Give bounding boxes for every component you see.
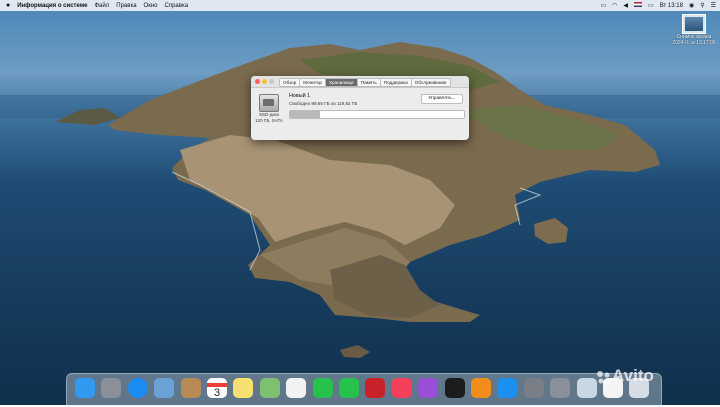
menu-file[interactable]: Файл [95, 3, 110, 9]
menu-edit[interactable]: Правка [116, 3, 136, 9]
menu-bar: ● Информация о системе Файл Правка Окно … [0, 0, 720, 11]
maps-icon[interactable] [259, 378, 280, 398]
contacts-icon[interactable] [180, 378, 201, 398]
storage-usage-bar [289, 110, 465, 119]
input-source-icon[interactable] [634, 2, 643, 9]
system-info-window: Обзор Монитор Хранилище Память Поддержка… [251, 76, 469, 140]
storage-panel: SSD-диск 120 ГБ, SATA Новый 1 Свободно 9… [251, 88, 469, 140]
calendar-day: 3 [207, 383, 227, 399]
close-button[interactable] [255, 79, 260, 84]
menu-help[interactable]: Справка [165, 3, 189, 9]
status-area: ▭ ◠ ◀ ▭ Вт 13:18 ◉ ⚲ ☰ [595, 0, 716, 11]
spotlight-icon[interactable]: ⚲ [700, 2, 704, 9]
photos-icon[interactable] [286, 378, 307, 398]
finder-icon[interactable] [75, 378, 95, 398]
apple-menu-icon[interactable]: ● [6, 2, 10, 9]
wifi-icon[interactable]: ◠ [612, 2, 617, 9]
menu-window[interactable]: Окно [144, 3, 158, 9]
facetime-icon[interactable] [339, 378, 359, 398]
tab-bar: Обзор Монитор Хранилище Память Поддержка… [279, 78, 451, 87]
zoom-button[interactable] [269, 79, 274, 84]
manage-button[interactable]: Управлять... [421, 94, 463, 104]
disk-free-space: Свободно 99,65 ГБ из 119,82 ГБ [289, 101, 358, 106]
desktop [0, 0, 720, 405]
storage-usage-fill [290, 111, 320, 118]
window-titlebar[interactable]: Обзор Монитор Хранилище Память Поддержка… [251, 76, 469, 88]
avito-watermark: Avito [612, 366, 654, 385]
disk-type: SSD-диск 120 ГБ, SATA [253, 112, 285, 123]
system-preferences-icon[interactable] [523, 378, 544, 398]
music-icon[interactable] [391, 378, 412, 398]
podcasts-icon[interactable] [418, 378, 439, 398]
calendar-icon[interactable]: 3 [207, 378, 227, 399]
tab-overview[interactable]: Обзор [279, 78, 301, 87]
launchpad-icon[interactable] [101, 378, 122, 398]
airplay-icon[interactable]: ▭ [601, 2, 607, 9]
dock: 3 [66, 373, 662, 407]
minimize-button[interactable] [262, 79, 267, 84]
menu-app-name[interactable]: Информация о системе [17, 3, 87, 9]
hard-drive-icon [259, 94, 279, 112]
tab-support[interactable]: Поддержка [380, 78, 412, 87]
desktop-file-screenshot[interactable]: Снимок экрана 2024-0...в 13.17.06 [670, 14, 718, 46]
notification-center-icon[interactable]: ☰ [711, 2, 716, 9]
user-icon[interactable]: ◉ [689, 2, 694, 9]
disk-type-line2: 120 ГБ, SATA [255, 117, 283, 123]
safari-icon[interactable] [127, 378, 148, 398]
tab-service[interactable]: Обслуживание [411, 78, 451, 87]
disk-name: Новый 1 [289, 93, 311, 99]
preview-icon[interactable] [154, 378, 175, 398]
books-icon[interactable] [471, 378, 491, 398]
screenshot-icon[interactable] [576, 378, 597, 398]
desktop-file-label-line2: 2024-0...в 13.17.06 [672, 40, 716, 46]
notes-icon[interactable] [233, 378, 254, 398]
tv-icon[interactable] [444, 378, 465, 398]
app-store-icon[interactable] [497, 378, 518, 398]
battery-icon[interactable]: ▭ [648, 2, 654, 9]
utility-icon[interactable] [550, 378, 571, 398]
messages-icon[interactable] [312, 378, 333, 398]
photo-booth-icon[interactable] [365, 378, 386, 398]
clock[interactable]: Вт 13:18 [660, 3, 683, 9]
volume-icon[interactable]: ◀ [623, 2, 628, 9]
avito-logo-icon [597, 371, 611, 385]
screenshot-thumbnail-icon [682, 14, 706, 34]
tab-storage[interactable]: Хранилище [325, 78, 358, 87]
tab-display[interactable]: Монитор [300, 78, 326, 87]
wallpaper-island [0, 42, 720, 358]
tab-memory[interactable]: Память [357, 78, 381, 87]
